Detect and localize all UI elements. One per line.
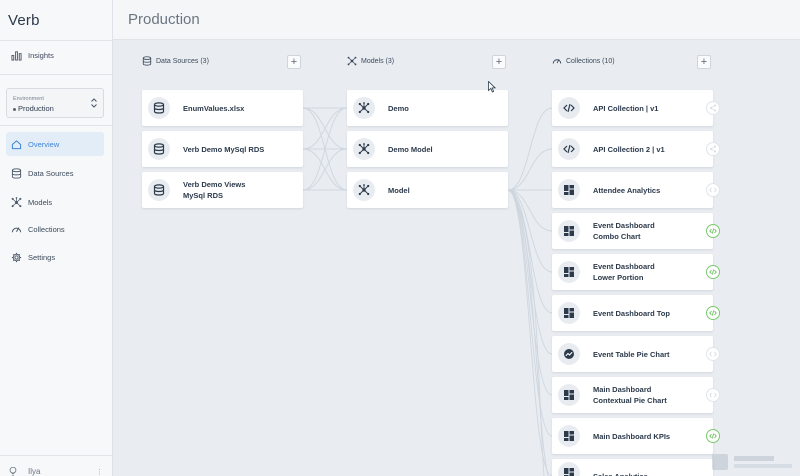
- model-name: Model: [388, 185, 410, 195]
- model-icon: [353, 97, 375, 119]
- model-card[interactable]: Model: [347, 172, 508, 208]
- endpoint-code-icon[interactable]: [706, 224, 720, 238]
- collection-card[interactable]: API Collection | v1: [552, 90, 713, 126]
- dashboard-icon: [558, 425, 580, 447]
- endpoint-code-icon[interactable]: [706, 183, 720, 197]
- add-data-source-button[interactable]: +: [287, 55, 301, 69]
- collection-name: Event Table Pie Chart: [593, 349, 670, 359]
- data-source-card[interactable]: EnumValues.xlsx: [142, 90, 303, 126]
- model-card[interactable]: Demo: [347, 90, 508, 126]
- collection-card[interactable]: Event Dashboard Combo Chart: [552, 213, 713, 249]
- collection-name: Event Dashboard Top: [593, 308, 670, 318]
- endpoint-code-icon[interactable]: [706, 265, 720, 279]
- dashboard-icon: [558, 261, 580, 283]
- collection-name: Main Dashboard KPIs: [593, 431, 671, 441]
- collection-name: Main Dashboard Contextual Pie Chart: [593, 385, 667, 405]
- collection-name: Sales Analytics: [593, 462, 648, 476]
- collection-card[interactable]: Attendee Analytics: [552, 172, 713, 208]
- collection-card[interactable]: Main Dashboard Contextual Pie Chart: [552, 377, 713, 413]
- collection-card[interactable]: API Collection 2 | v1: [552, 131, 713, 167]
- collection-card[interactable]: Event Dashboard Lower Portion: [552, 254, 713, 290]
- trend-icon: [558, 343, 580, 365]
- dashboard-icon: [558, 462, 580, 476]
- database-icon: [148, 97, 170, 119]
- collection-name: API Collection | v1: [593, 103, 659, 113]
- data-source-card[interactable]: Verb Demo MySql RDS: [142, 131, 303, 167]
- data-source-name: EnumValues.xlsx: [183, 103, 245, 113]
- watermark-logo-icon: [712, 454, 792, 470]
- database-icon: [148, 179, 170, 201]
- add-model-button[interactable]: +: [492, 55, 506, 69]
- collection-name: Event Dashboard Combo Chart: [593, 221, 655, 241]
- collections-header: Collections (10): [552, 56, 615, 66]
- collection-card[interactable]: Event Dashboard Top: [552, 295, 713, 331]
- dashboard-icon: [558, 179, 580, 201]
- collection-card[interactable]: Main Dashboard KPIs: [552, 418, 713, 454]
- code-icon: [558, 138, 580, 160]
- share-icon[interactable]: [706, 101, 720, 115]
- model-icon: [347, 56, 357, 66]
- add-collection-button[interactable]: +: [697, 55, 711, 69]
- dashboard-icon: [558, 302, 580, 324]
- data-source-name: Verb Demo Views MySql RDS: [183, 180, 246, 200]
- model-card[interactable]: Demo Model: [347, 131, 508, 167]
- model-icon: [353, 179, 375, 201]
- endpoint-code-icon[interactable]: [706, 388, 720, 402]
- collection-name: Event Dashboard Lower Portion: [593, 262, 655, 282]
- models-header: Models (3): [347, 56, 394, 66]
- model-name: Demo Model: [388, 144, 433, 154]
- collection-name: Attendee Analytics: [593, 185, 661, 195]
- collection-card[interactable]: Sales Analytics: [552, 459, 713, 476]
- mouse-cursor-icon: [488, 81, 496, 93]
- database-icon: [142, 56, 152, 66]
- data-source-card[interactable]: Verb Demo Views MySql RDS: [142, 172, 303, 208]
- endpoint-code-icon[interactable]: [706, 429, 720, 443]
- gauge-icon: [552, 56, 562, 66]
- model-icon: [353, 138, 375, 160]
- data-sources-header: Data Sources (3): [142, 56, 209, 66]
- dashboard-icon: [558, 384, 580, 406]
- collection-name: API Collection 2 | v1: [593, 144, 665, 154]
- endpoint-code-icon[interactable]: [706, 306, 720, 320]
- collection-card[interactable]: Event Table Pie Chart: [552, 336, 713, 372]
- model-name: Demo: [388, 103, 409, 113]
- endpoint-code-icon[interactable]: [706, 347, 720, 361]
- database-icon: [148, 138, 170, 160]
- share-icon[interactable]: [706, 142, 720, 156]
- code-icon: [558, 97, 580, 119]
- data-source-name: Verb Demo MySql RDS: [183, 144, 265, 154]
- dashboard-icon: [558, 220, 580, 242]
